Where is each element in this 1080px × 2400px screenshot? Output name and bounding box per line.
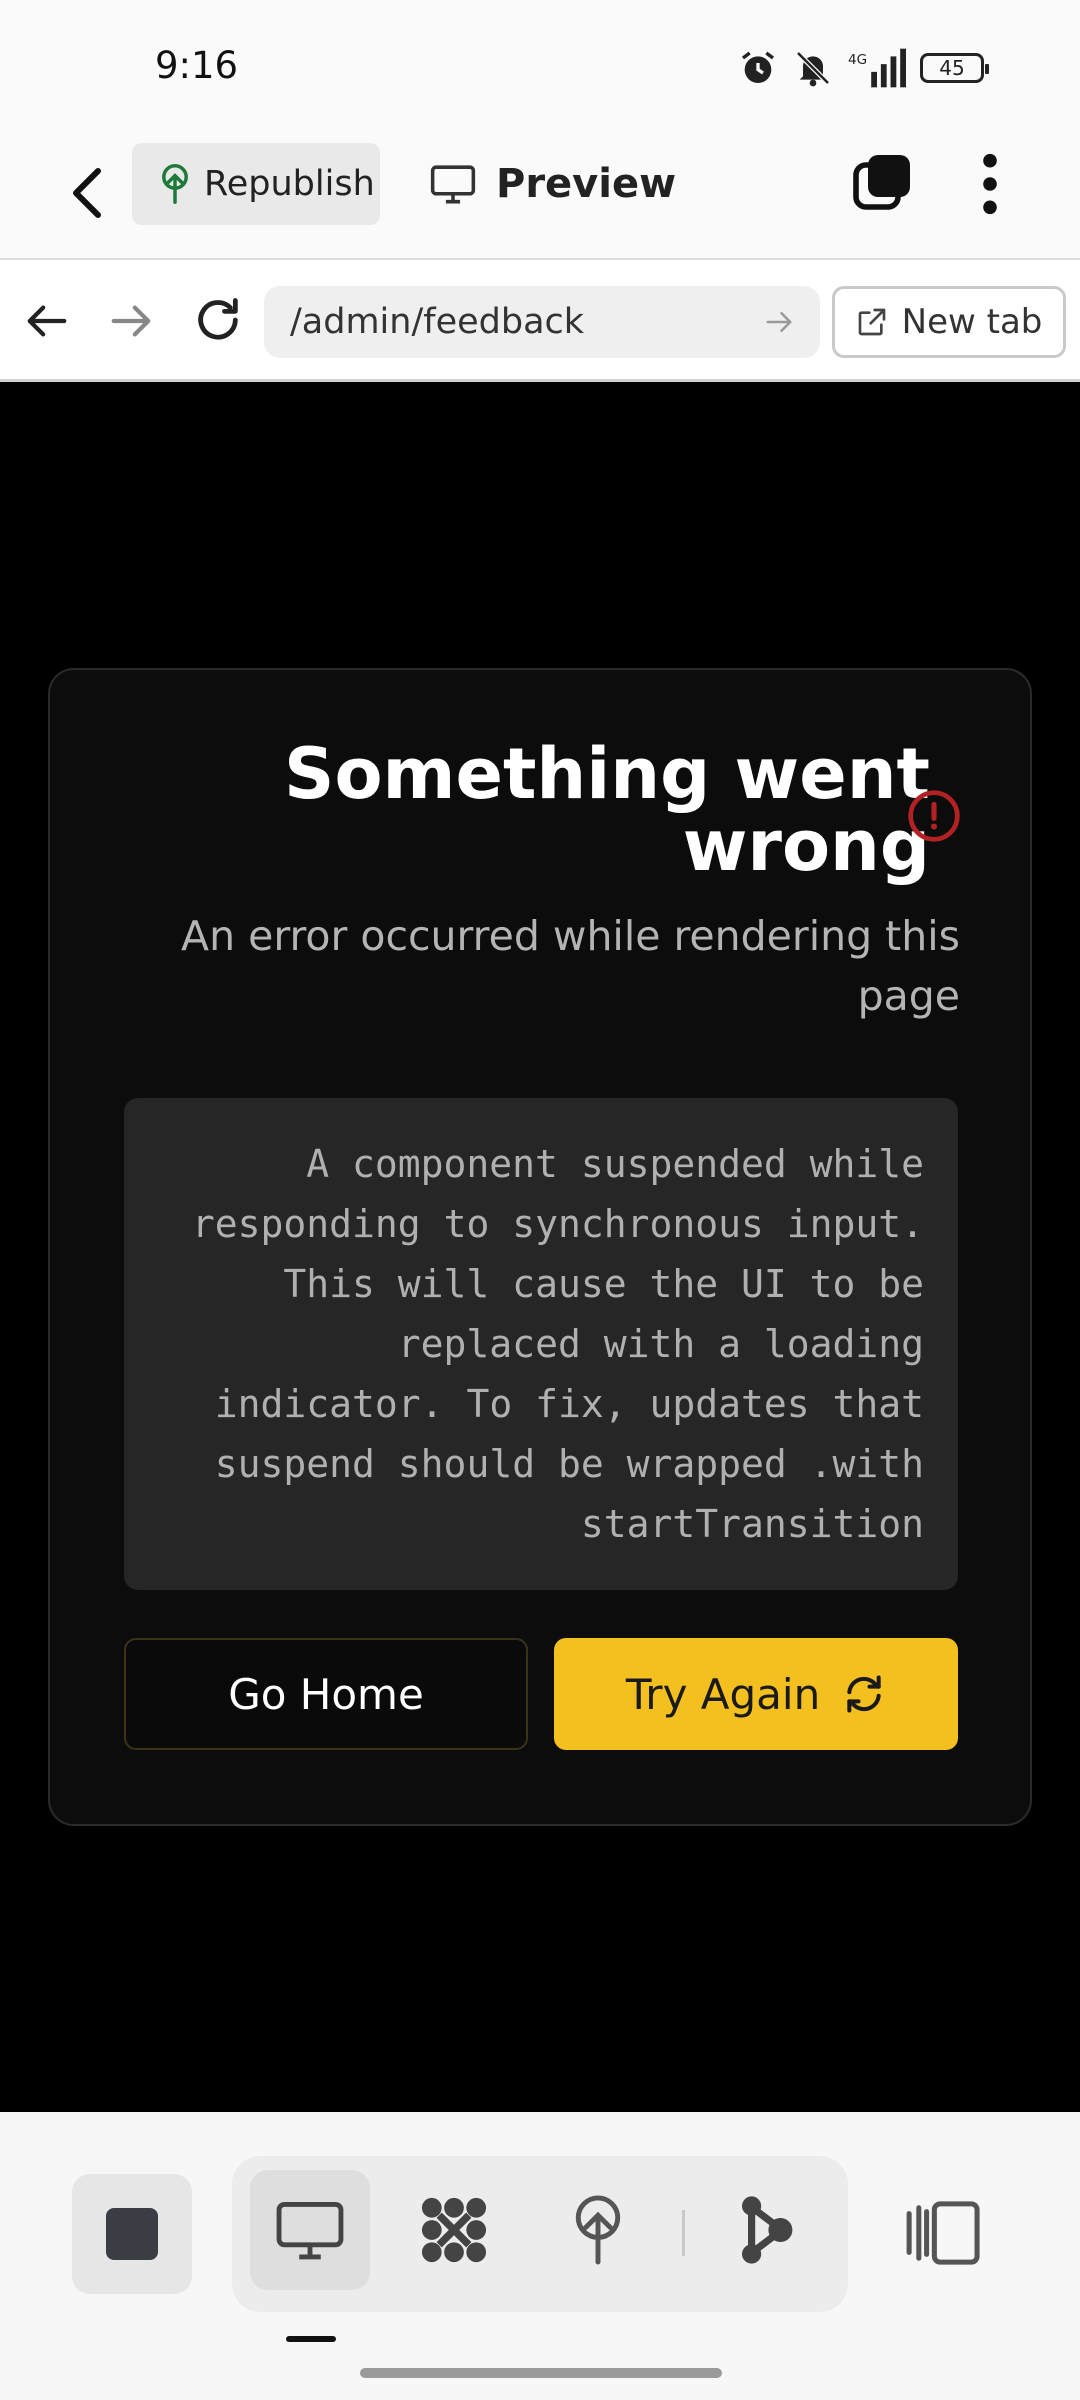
nodes-icon — [421, 2197, 487, 2263]
publish-button[interactable] — [538, 2170, 658, 2290]
url-text: /admin/feedback — [290, 302, 585, 342]
browser-toolbar: /admin/feedback New tab — [0, 260, 1080, 382]
chevron-left-icon — [73, 168, 101, 218]
active-indicator — [286, 2336, 336, 2342]
preview-button[interactable]: Preview — [430, 143, 676, 225]
new-tab-label: New tab — [901, 302, 1043, 342]
monitor-icon — [276, 2201, 344, 2260]
back-button[interactable] — [58, 163, 114, 223]
try-again-button[interactable]: Try Again — [554, 1638, 958, 1750]
layout-switch-icon[interactable] — [906, 2200, 986, 2266]
alarm-icon — [742, 51, 774, 83]
mute-bell-icon — [796, 51, 830, 87]
battery-icon: 45 — [920, 53, 989, 83]
external-link-icon — [858, 308, 885, 336]
monitor-icon — [430, 165, 476, 204]
branch-icon — [742, 2196, 793, 2264]
publish-tree-icon — [162, 164, 188, 204]
stop-icon — [106, 2208, 158, 2260]
arrow-right-icon[interactable] — [108, 298, 154, 344]
svg-text:4G: 4G — [848, 52, 867, 68]
error-title: Something went wrong — [284, 733, 930, 887]
stop-button[interactable] — [72, 2174, 192, 2294]
divider — [682, 2210, 685, 2256]
reload-icon[interactable] — [192, 294, 244, 346]
status-time: 9:16 — [155, 44, 239, 87]
url-input[interactable]: /admin/feedback — [264, 286, 820, 358]
error-subtitle: An error occurred while rendering this p… — [181, 912, 960, 1020]
error-message-box: A component suspended while responding t… — [124, 1098, 958, 1590]
error-message: A component suspended while responding t… — [191, 1142, 924, 1546]
app-header: Republish Preview — [0, 125, 1080, 260]
republish-label: Republish — [204, 164, 375, 204]
go-home-button[interactable]: Go Home — [124, 1638, 528, 1750]
status-bar: 9:16 4G 45 — [0, 0, 1080, 125]
desktop-view-button[interactable] — [250, 2170, 370, 2290]
publish-tree-icon — [575, 2195, 621, 2265]
status-icons: 4G 45 — [738, 46, 989, 90]
preview-label: Preview — [496, 161, 677, 207]
republish-button[interactable]: Republish — [132, 143, 380, 225]
bottom-toolbar — [0, 2112, 1080, 2400]
tool-group — [232, 2156, 848, 2312]
home-indicator[interactable] — [360, 2368, 722, 2378]
alert-circle-icon — [908, 790, 960, 842]
signal-icon: 4G — [848, 48, 906, 88]
workflow-button[interactable] — [394, 2170, 514, 2290]
error-card: Something went wrong An error occurred w… — [48, 668, 1032, 1826]
new-tab-button[interactable]: New tab — [832, 286, 1066, 358]
arrow-left-icon[interactable] — [24, 298, 70, 344]
refresh-icon — [847, 1675, 881, 1713]
go-arrow-icon[interactable] — [764, 307, 794, 337]
share-branch-button[interactable] — [706, 2170, 826, 2290]
tabs-icon[interactable] — [852, 153, 912, 213]
try-again-label: Try Again — [625, 1669, 821, 1719]
more-menu-icon[interactable] — [970, 151, 1010, 217]
